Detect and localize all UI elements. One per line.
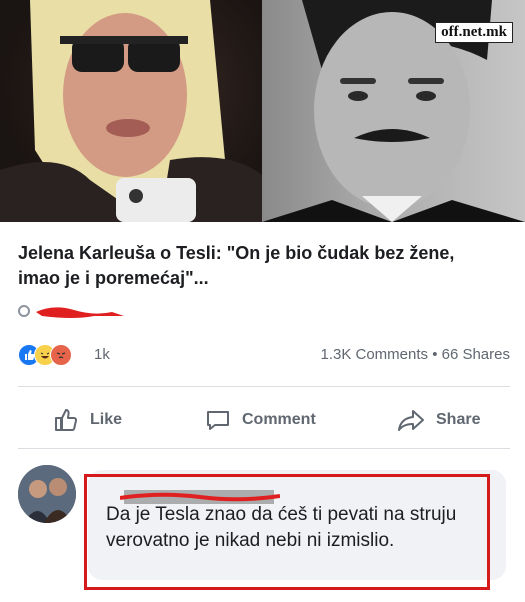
share-icon [398, 410, 424, 431]
like-label: Like [90, 411, 123, 428]
post-headline[interactable]: Jelena Karleuša o Tesli: "On je bio čuda… [18, 241, 498, 291]
image-right-tesla: off.net.mk [262, 0, 525, 222]
like-button[interactable]: Like [52, 404, 122, 436]
post-actions: Like Comment Share [18, 404, 510, 436]
redaction-scribble [36, 307, 124, 318]
comments-shares-count[interactable]: 1.3K Comments • 66 Shares [320, 346, 510, 363]
watermark: off.net.mk [435, 22, 513, 43]
globe-icon [18, 305, 30, 317]
comment-icon [207, 411, 229, 430]
engagement-stats: 1k 1.3K Comments • 66 Shares [18, 344, 510, 366]
red-highlight-box [84, 474, 490, 590]
divider [18, 386, 510, 387]
share-button[interactable]: Share [396, 404, 480, 436]
post-image[interactable]: off.net.mk [0, 0, 525, 222]
comment-label: Comment [242, 411, 316, 428]
divider [18, 448, 510, 449]
angry-icon [50, 344, 72, 366]
avatar[interactable] [18, 465, 76, 523]
share-label: Share [436, 411, 481, 428]
reaction-count[interactable]: 1k [94, 346, 110, 363]
post-source [18, 302, 138, 322]
image-left-woman [0, 0, 262, 222]
comment-button[interactable]: Comment [204, 404, 316, 436]
thumbs-up-icon [55, 409, 78, 431]
